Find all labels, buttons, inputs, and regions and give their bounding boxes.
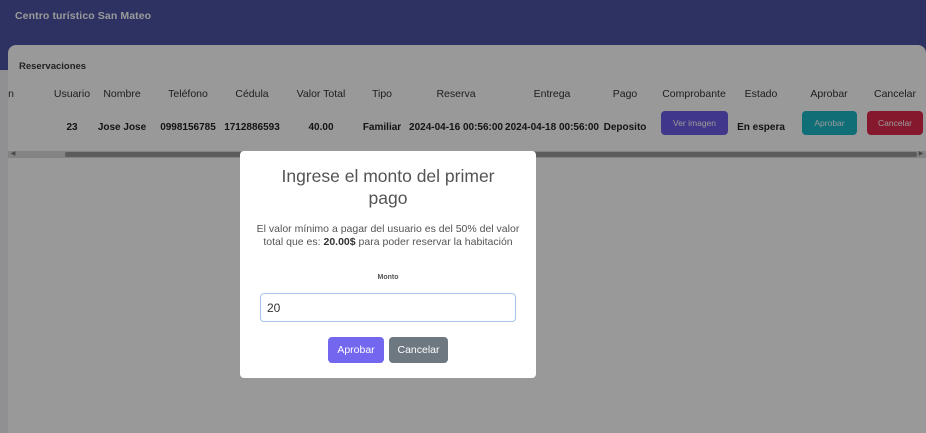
dialog-title: Ingrese el monto del primer pago (281, 166, 495, 208)
dialog-approve-button[interactable]: Aprobar (328, 337, 384, 363)
payment-dialog: Ingrese el monto del primer pago El valo… (240, 151, 536, 378)
amount-input[interactable] (260, 293, 516, 322)
message-text-after: para poder reservar la habitación (358, 235, 513, 248)
dialog-cancel-button[interactable]: Cancelar (389, 337, 448, 363)
minimum-amount: 20.00$ (323, 235, 356, 248)
amount-label: Monto (377, 274, 399, 281)
dialog-message: El valor mínimo a pagar del usuario es d… (254, 223, 522, 248)
